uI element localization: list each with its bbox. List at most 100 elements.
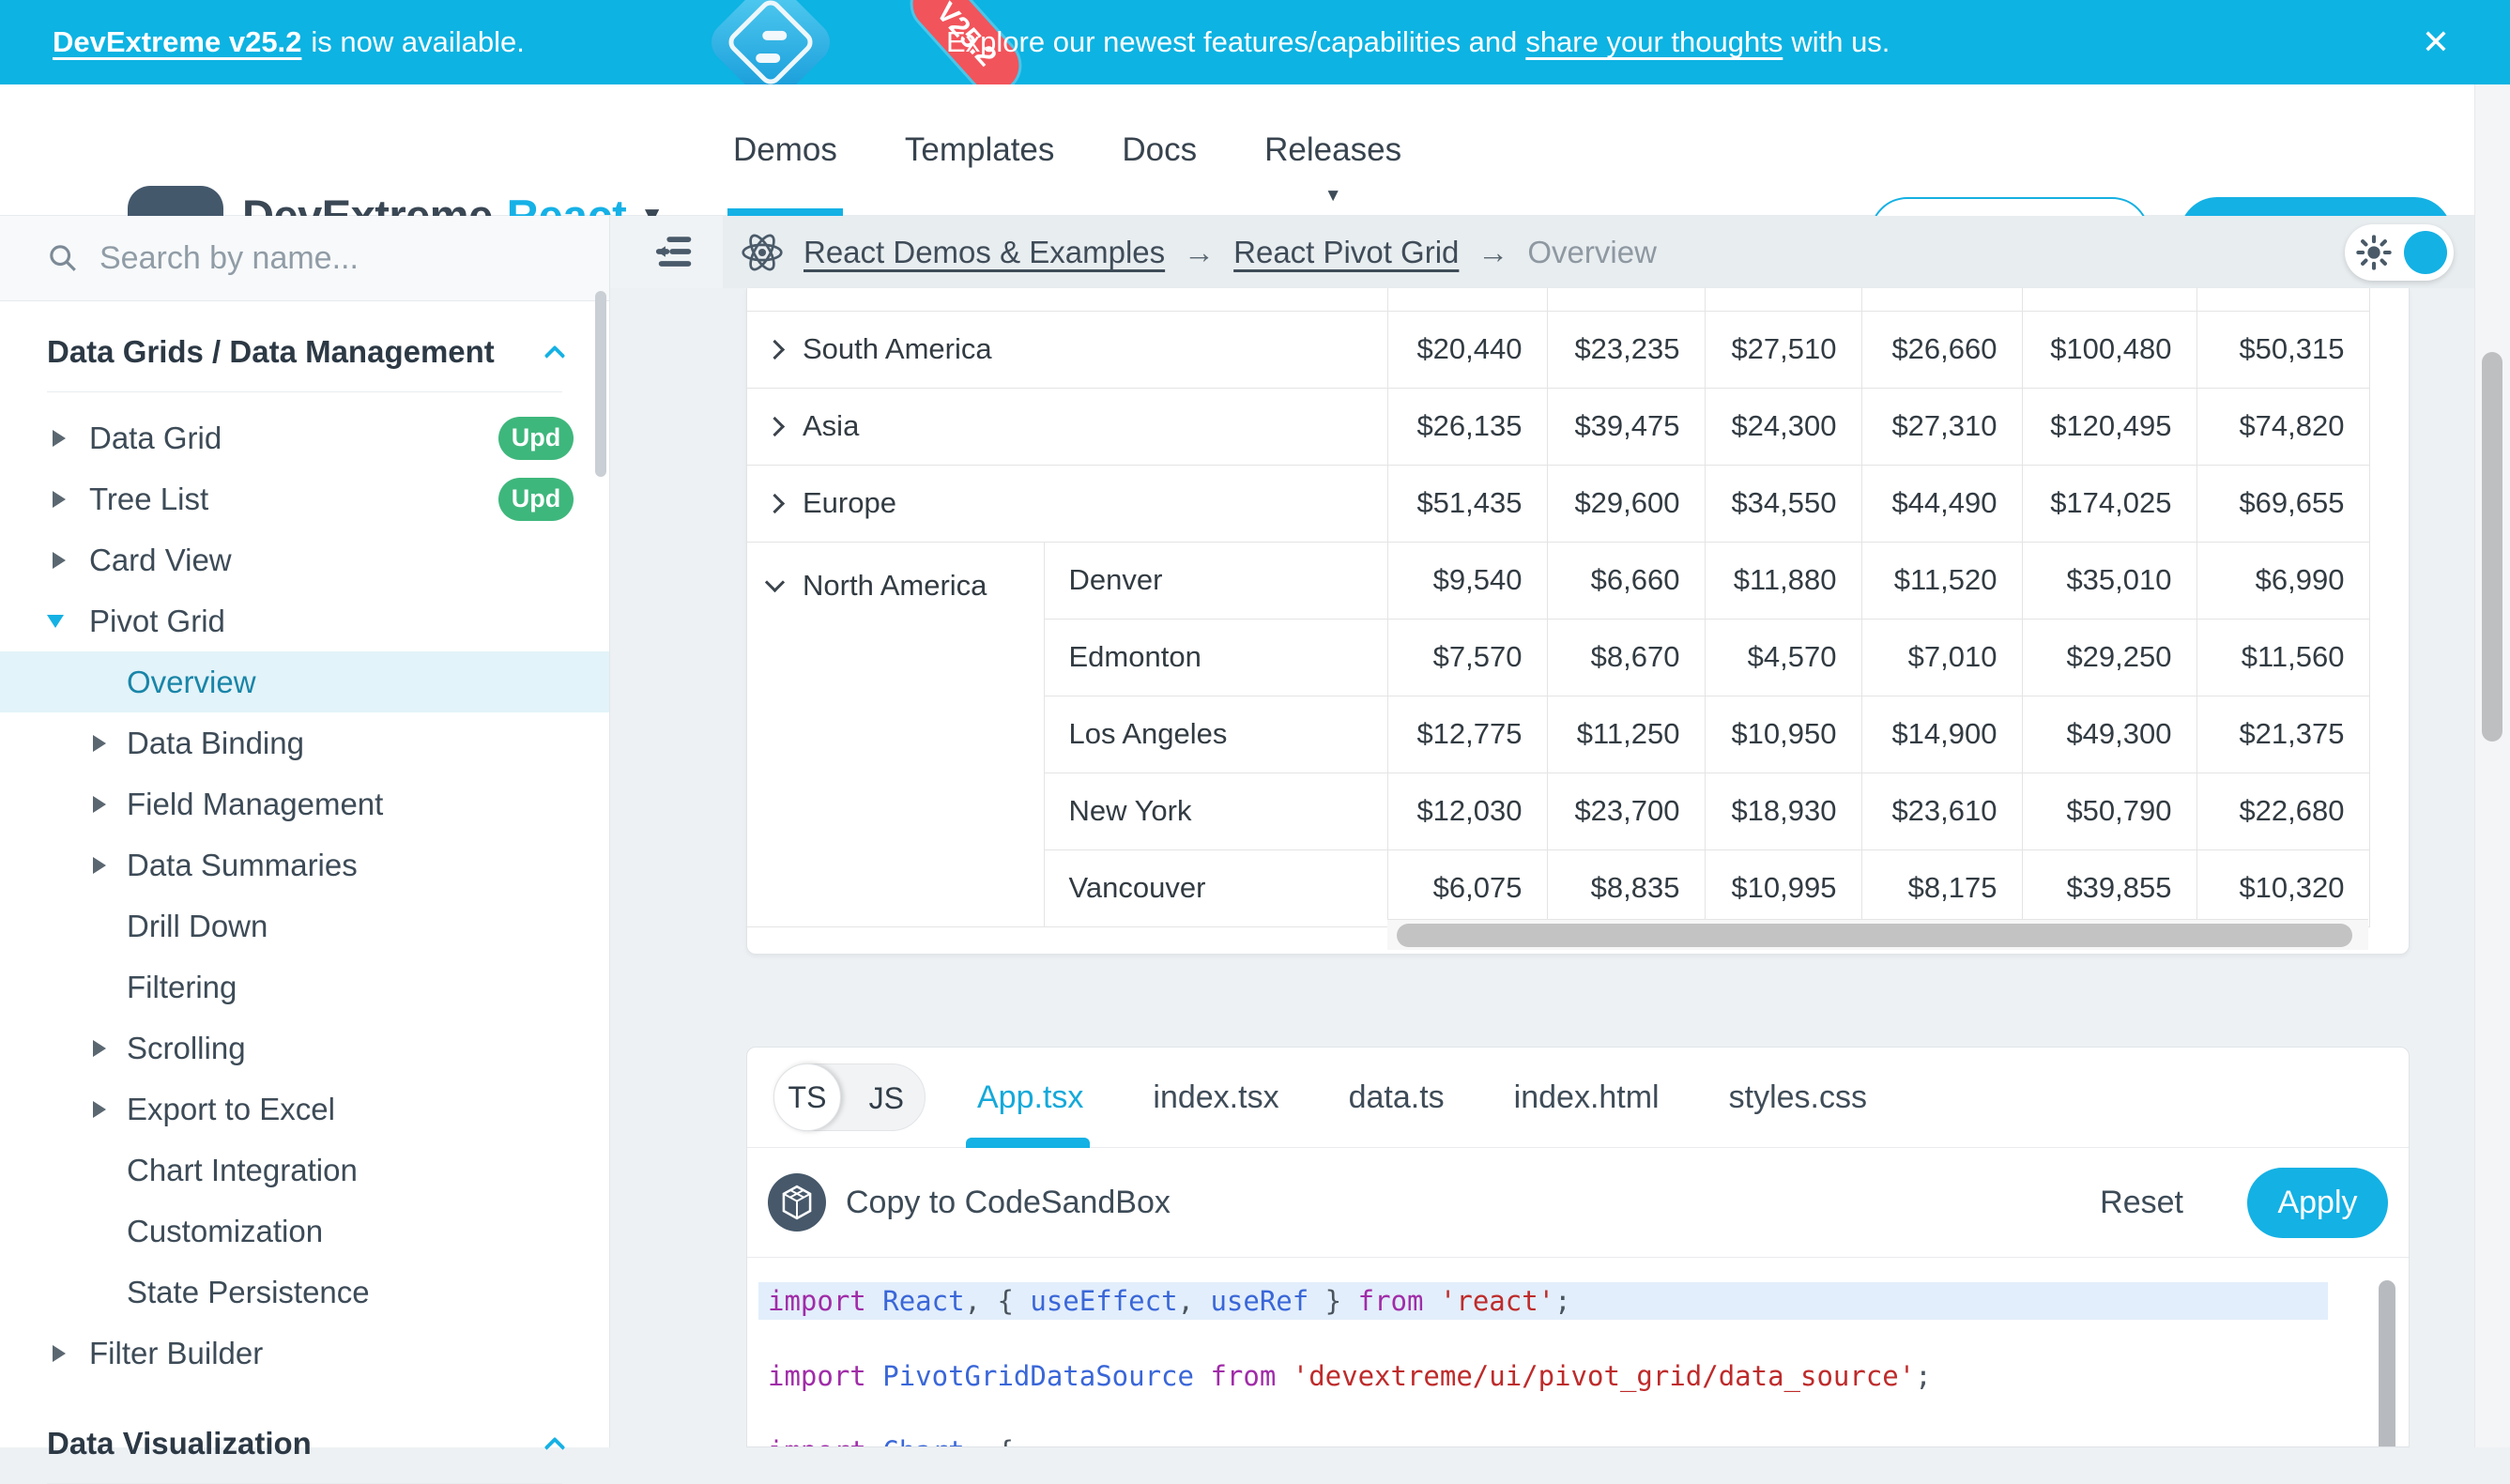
ts-js-toggle[interactable]: TS JS (773, 1063, 926, 1131)
sidebar-item-filtering[interactable]: Filtering (0, 956, 609, 1017)
ts-js-toggle-inactive-label[interactable]: JS (869, 1064, 904, 1132)
apply-button[interactable]: Apply (2247, 1168, 2388, 1238)
banner-close-icon[interactable]: ✕ (2422, 0, 2450, 84)
pivot-city-cell[interactable]: Vancouver (1044, 849, 1387, 926)
sidebar-item-overview[interactable]: Overview (0, 651, 609, 712)
breadcrumb-separator: → (1184, 235, 1215, 270)
sidebar-item-label: Data Summaries (127, 848, 358, 883)
sidebar-section-label: Data Grids / Data Management (47, 334, 495, 370)
pivot-horizontal-scrollbar-thumb[interactable] (1397, 924, 2352, 947)
breadcrumb-separator: → (1477, 235, 1508, 270)
expand-arrow-icon (53, 552, 66, 569)
theme-toggle-knob[interactable] (2404, 231, 2447, 274)
code-token (1194, 1360, 1210, 1392)
pivot-region-cell[interactable]: Europe (747, 465, 1387, 542)
pivot-city-cell[interactable]: Denver (1044, 542, 1387, 619)
sidebar-item-export-to-excel[interactable]: Export to Excel (0, 1079, 609, 1140)
sidebar-item-label: Filtering (127, 970, 237, 1005)
search-input[interactable] (99, 240, 513, 277)
sidebar-item-data-summaries[interactable]: Data Summaries (0, 834, 609, 895)
reset-button[interactable]: Reset (2100, 1148, 2183, 1258)
page-scrollbar-thumb[interactable] (2482, 352, 2502, 742)
share-thoughts-link[interactable]: share your thoughts (1525, 25, 1783, 59)
region-label: North America (803, 569, 987, 603)
pivot-region-cell[interactable]: North America (747, 542, 1044, 926)
pivot-city-cell[interactable]: Los Angeles (1044, 696, 1387, 773)
sidebar-item-chart-integration[interactable]: Chart Integration (0, 1140, 609, 1201)
pivot-value-cell: $26,660 (1861, 311, 2022, 388)
expand-region-icon[interactable] (765, 339, 785, 359)
breadcrumb-link[interactable]: React Demos & Examples (804, 235, 1165, 270)
sidebar-item-field-management[interactable]: Field Management (0, 773, 609, 834)
collapse-region-icon[interactable] (765, 573, 785, 592)
ts-js-toggle-knob[interactable]: TS (773, 1063, 841, 1131)
banner-version-link[interactable]: DevExtreme v25.2 (53, 25, 301, 59)
collapse-section-icon[interactable] (544, 1437, 566, 1459)
pivot-city-cell[interactable]: Edmonton (1044, 619, 1387, 696)
pivot-value-cell: $50,315 (2196, 311, 2369, 388)
sidebar-item-card-view[interactable]: Card View (0, 529, 609, 590)
pivot-value-cell: $27,310 (1861, 388, 2022, 465)
pivot-value-cell: $14,900 (1861, 696, 2022, 773)
code-token: from (1358, 1285, 1424, 1317)
nav-item-docs[interactable]: Docs (1088, 84, 1231, 216)
collapse-sidebar-icon[interactable] (653, 231, 696, 277)
pivot-value-cell: $34,550 (1705, 465, 1861, 542)
pivot-cutoff-cell (1705, 288, 1861, 311)
code-tab-styles-css[interactable]: styles.css (1729, 1079, 1867, 1116)
active-tab-underline (966, 1138, 1090, 1148)
code-line: import PivotGridDataSource from 'devextr… (758, 1357, 2409, 1395)
code-token (866, 1435, 882, 1447)
code-token: Chart (882, 1435, 964, 1447)
code-tab-data-ts[interactable]: data.ts (1349, 1079, 1445, 1116)
pivot-region-cell[interactable]: Asia (747, 388, 1387, 465)
code-tab-index-tsx[interactable]: index.tsx (1153, 1079, 1278, 1116)
pivot-value-cell: $120,495 (2022, 388, 2196, 465)
sidebar-section-data-visualization[interactable]: Data Visualization (0, 1414, 609, 1474)
sidebar-item-drill-down[interactable]: Drill Down (0, 895, 609, 956)
react-icon (740, 232, 785, 273)
expand-region-icon[interactable] (765, 416, 785, 436)
sidebar-item-filter-builder[interactable]: Filter Builder (0, 1323, 609, 1384)
theme-toggle[interactable] (2345, 224, 2454, 281)
sidebar-divider (47, 391, 562, 392)
sidebar-section-data-grids-data-management[interactable]: Data Grids / Data Management (0, 322, 609, 382)
collapse-section-icon[interactable] (544, 345, 566, 367)
sidebar-item-scrolling[interactable]: Scrolling (0, 1017, 609, 1079)
code-scrollbar-thumb[interactable] (2379, 1280, 2395, 1447)
expand-region-icon[interactable] (765, 493, 785, 513)
nav-item-templates[interactable]: Templates (871, 84, 1089, 216)
pivot-region-cell[interactable]: South America (747, 311, 1387, 388)
sidebar-item-customization[interactable]: Customization (0, 1201, 609, 1262)
region-label: Asia (803, 409, 859, 443)
sidebar-item-label: Pivot Grid (89, 604, 225, 639)
sidebar-item-data-binding[interactable]: Data Binding (0, 712, 609, 773)
sidebar-scrollbar[interactable] (595, 291, 606, 477)
nav-item-releases[interactable]: Releases▼ (1231, 84, 1435, 216)
app-header: JS DevExtreme React ▼ by DevExpress Demo… (0, 84, 2510, 216)
sidebar-search (0, 216, 609, 301)
codesandbox-icon[interactable] (768, 1173, 826, 1232)
copy-to-codesandbox-label[interactable]: Copy to CodeSandBox (846, 1148, 1171, 1258)
sidebar-item-state-persistence[interactable]: State Persistence (0, 1262, 609, 1323)
pivot-horizontal-scrollbar[interactable] (1387, 919, 2368, 950)
code-tab-index-html[interactable]: index.html (1514, 1079, 1660, 1116)
pivot-value-cell: $69,655 (2196, 465, 2369, 542)
nav-item-demos[interactable]: Demos (699, 84, 871, 216)
sidebar-item-data-grid[interactable]: Data GridUpd (0, 407, 609, 468)
sidebar-item-label: Overview (127, 665, 256, 700)
code-editor[interactable]: import React, { useEffect, useRef } from… (747, 1258, 2409, 1447)
sidebar-item-tree-list[interactable]: Tree ListUpd (0, 468, 609, 529)
sidebar-item-pivot-grid[interactable]: Pivot Grid (0, 590, 609, 651)
expand-arrow-icon (53, 1345, 66, 1362)
page-scrollbar[interactable] (2474, 84, 2510, 1447)
sidebar-nav-list: Data Grids / Data Management Data GridUpd… (0, 301, 609, 1484)
pivot-value-cell: $11,560 (2196, 619, 2369, 696)
pivot-value-cell: $10,950 (1705, 696, 1861, 773)
pivot-value-cell: $8,175 (1861, 849, 2022, 926)
pivot-value-cell: $11,520 (1861, 542, 2022, 619)
code-tab-app-tsx[interactable]: App.tsx (977, 1079, 1083, 1116)
pivot-city-cell[interactable]: New York (1044, 773, 1387, 849)
code-token: React (882, 1285, 964, 1317)
breadcrumb-link[interactable]: React Pivot Grid (1233, 235, 1459, 270)
